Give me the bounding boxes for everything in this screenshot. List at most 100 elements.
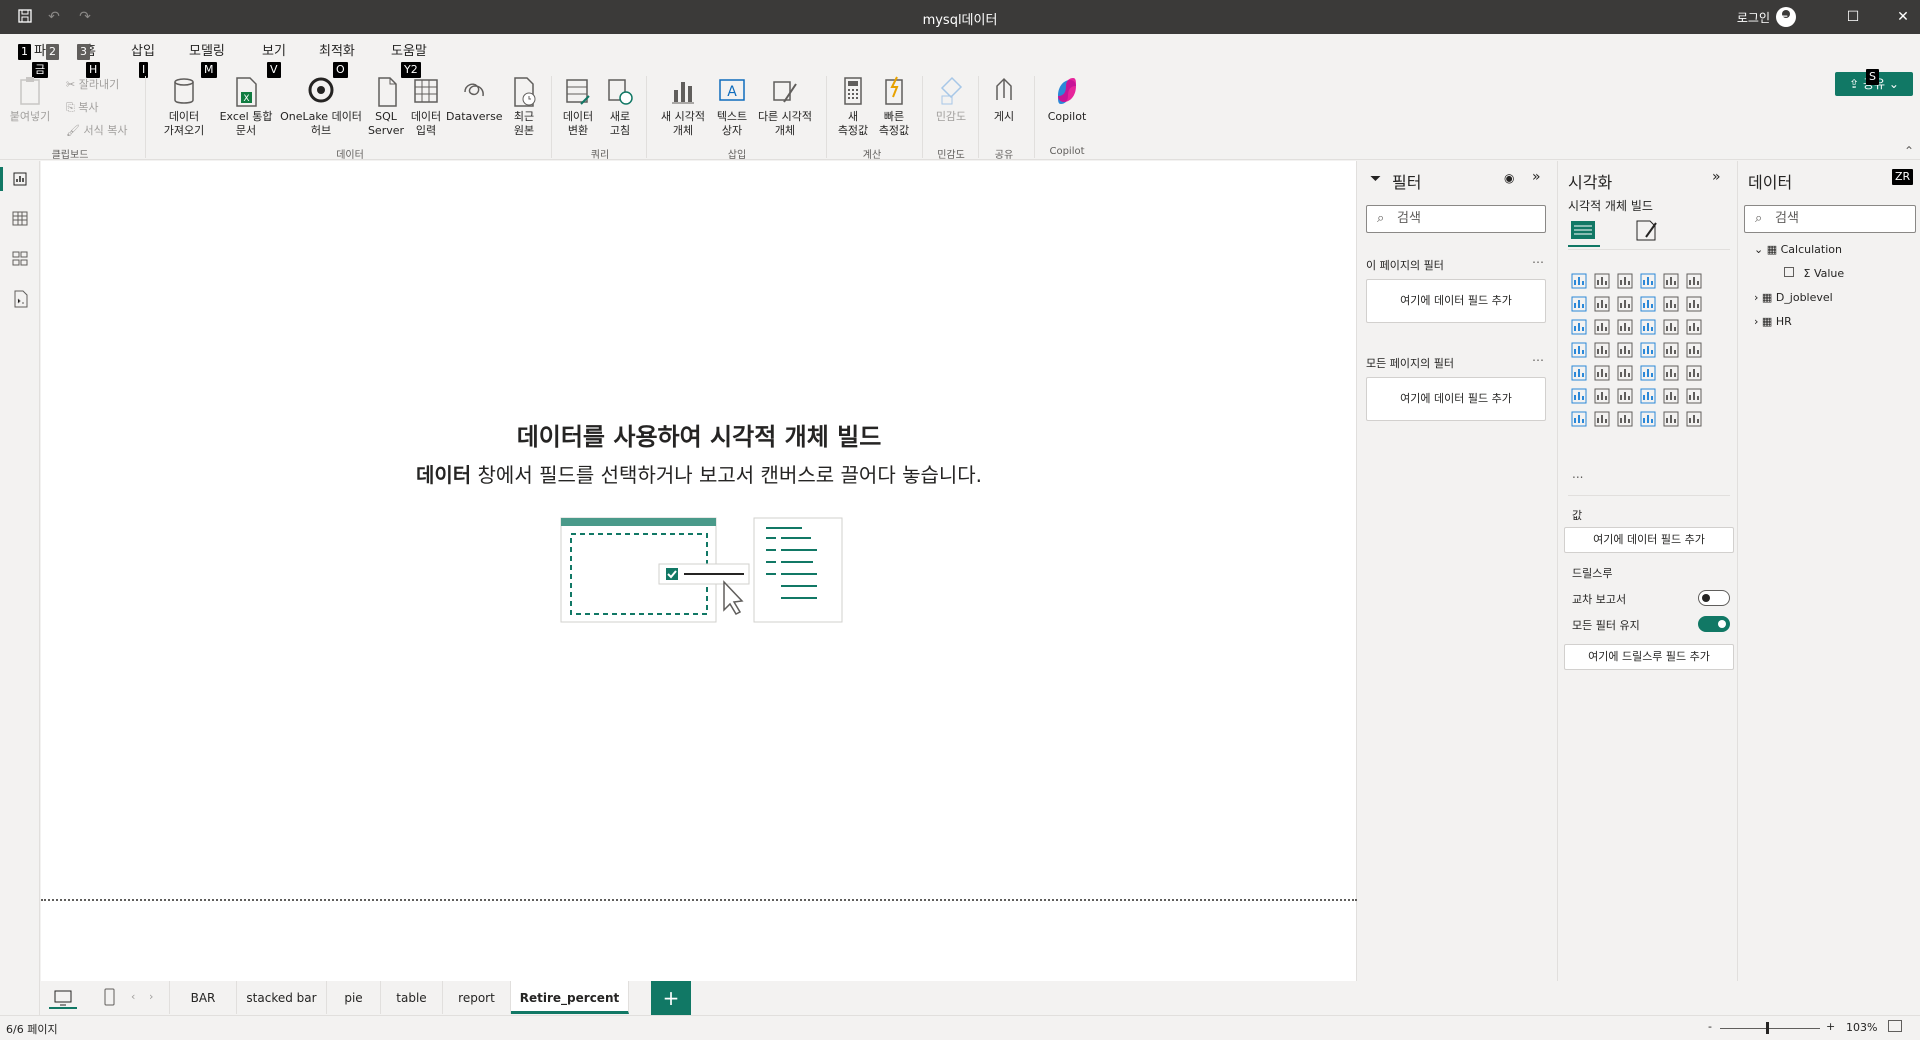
report-view-button[interactable] bbox=[0, 161, 40, 197]
get-data-button[interactable]: 데이터 가져오기 bbox=[154, 74, 214, 138]
add-page-button[interactable]: + bbox=[651, 981, 691, 1015]
line-column-visual-icon[interactable] bbox=[1662, 295, 1686, 319]
more-options-icon[interactable]: ⋯ bbox=[1532, 255, 1544, 269]
card-visual-icon[interactable] bbox=[1685, 341, 1709, 365]
sensitivity-button[interactable]: 민감도 bbox=[930, 74, 972, 124]
cut-button[interactable]: ✂ 잘라내기 bbox=[66, 76, 119, 92]
qa-visual-icon[interactable] bbox=[1639, 387, 1663, 411]
tab-modeling[interactable]: 모델링 bbox=[189, 40, 225, 59]
clustered-column-visual-icon[interactable] bbox=[1639, 272, 1663, 296]
slicer-visual-icon[interactable] bbox=[1616, 364, 1640, 388]
page-tab[interactable]: stacked bar bbox=[237, 981, 327, 1014]
data-search-input[interactable]: ⌕ 검색 bbox=[1744, 205, 1916, 233]
tree-field-value[interactable]: Σ Value bbox=[1784, 267, 1844, 280]
tree-table-calculation[interactable]: ⌄ ▦ Calculation bbox=[1754, 243, 1842, 256]
stacked-area-visual-icon[interactable] bbox=[1616, 295, 1640, 319]
table-visual-icon[interactable] bbox=[1639, 364, 1663, 388]
collapse-viz-icon[interactable]: » bbox=[1712, 169, 1721, 185]
zoom-out-icon[interactable]: - bbox=[1708, 1020, 1712, 1033]
gauge-visual-icon[interactable] bbox=[1662, 341, 1686, 365]
sql-button[interactable]: SQL Server bbox=[366, 74, 406, 138]
new-measure-button[interactable]: 새 측정값 bbox=[834, 74, 872, 138]
publish-button[interactable]: 게시 bbox=[986, 74, 1022, 124]
key-influencers-visual-icon[interactable] bbox=[1593, 387, 1617, 411]
multirow-card-visual-icon[interactable] bbox=[1570, 364, 1594, 388]
more-visuals-button[interactable]: 다른 시각적 개체 bbox=[752, 74, 818, 138]
arrow-visual-icon[interactable] bbox=[1685, 410, 1709, 434]
line-visual-icon[interactable] bbox=[1570, 295, 1594, 319]
100-area-visual-icon[interactable] bbox=[1639, 295, 1663, 319]
maximize-icon[interactable]: ☐ bbox=[1843, 7, 1863, 27]
tab-help[interactable]: 도움말 bbox=[391, 40, 427, 59]
filters-search-input[interactable]: ⌕ 검색 bbox=[1366, 205, 1546, 233]
zoom-slider[interactable] bbox=[1720, 1028, 1820, 1029]
more-visuals-ellipsis[interactable]: ... bbox=[1572, 467, 1583, 481]
build-visual-tab-icon[interactable] bbox=[1568, 217, 1600, 247]
signin-link[interactable]: 로그인 bbox=[1737, 9, 1770, 26]
checkbox[interactable] bbox=[1784, 267, 1794, 277]
trophy-visual-icon[interactable] bbox=[1685, 387, 1709, 411]
map-visual-icon[interactable] bbox=[1593, 341, 1617, 365]
copy-button[interactable]: ⎘ 복사 bbox=[66, 99, 99, 115]
onelake-button[interactable]: OneLake 데이터 허브 bbox=[278, 74, 364, 138]
excel-button[interactable]: X Excel 통합 문서 bbox=[216, 74, 276, 138]
kpi-visual-icon[interactable] bbox=[1593, 364, 1617, 388]
this-page-drop-zone[interactable]: 여기에 데이터 필드 추가 bbox=[1366, 279, 1546, 323]
donut-visual-icon[interactable] bbox=[1685, 318, 1709, 342]
recent-sources-button[interactable]: 최근 원본 bbox=[504, 74, 544, 138]
format-painter-button[interactable]: 🖌 서식 복사 bbox=[66, 122, 127, 138]
textbox-button[interactable]: A 텍스트 상자 bbox=[712, 74, 752, 138]
keep-filters-toggle[interactable] bbox=[1698, 616, 1730, 632]
smart-narrative-visual-icon[interactable] bbox=[1662, 410, 1686, 434]
enter-data-button[interactable]: 데이터 입력 bbox=[406, 74, 446, 138]
azure-map-visual-icon[interactable] bbox=[1639, 341, 1663, 365]
all-pages-drop-zone[interactable]: 여기에 데이터 필드 추가 bbox=[1366, 377, 1546, 421]
eye-icon[interactable]: ◉ bbox=[1504, 171, 1514, 185]
matrix-visual-icon[interactable] bbox=[1662, 364, 1686, 388]
page-tab[interactable]: report bbox=[443, 981, 511, 1014]
ribbon-visual-icon[interactable] bbox=[1570, 318, 1594, 342]
narrative-visual-icon[interactable] bbox=[1662, 387, 1686, 411]
paginated-visual-icon[interactable] bbox=[1570, 410, 1594, 434]
copilot-button[interactable]: Copilot bbox=[1040, 74, 1094, 124]
power-automate-visual-icon[interactable] bbox=[1616, 410, 1640, 434]
stacked-column-visual-icon[interactable] bbox=[1593, 272, 1617, 296]
tab-insert[interactable]: 삽입 bbox=[131, 40, 155, 59]
mobile-layout-icon[interactable] bbox=[99, 987, 119, 1009]
filled-map-visual-icon[interactable] bbox=[1616, 341, 1640, 365]
collapse-ribbon-icon[interactable]: ⌃ bbox=[1904, 144, 1914, 158]
tab-optimize[interactable]: 최적화 bbox=[319, 40, 355, 59]
power-apps-visual-icon[interactable] bbox=[1593, 410, 1617, 434]
refresh-button[interactable]: 새로 고침 bbox=[602, 74, 638, 138]
drillthrough-drop-zone[interactable]: 여기에 드릴스루 필드 추가 bbox=[1564, 644, 1734, 670]
close-icon[interactable]: ✕ bbox=[1893, 7, 1913, 27]
python-visual-visual-icon[interactable] bbox=[1570, 387, 1594, 411]
page-tab[interactable]: BAR bbox=[169, 981, 237, 1014]
cross-report-toggle[interactable] bbox=[1698, 590, 1730, 606]
diamond-visual-icon[interactable] bbox=[1639, 410, 1663, 434]
more-options-icon[interactable]: ⋯ bbox=[1532, 353, 1544, 367]
report-canvas[interactable]: 데이터를 사용하여 시각적 개체 빌드 데이터 창에서 필드를 선택하거나 보고… bbox=[41, 161, 1357, 981]
r-visual-visual-icon[interactable] bbox=[1685, 364, 1709, 388]
treemap-visual-icon[interactable] bbox=[1570, 341, 1594, 365]
minimize-icon[interactable]: ─ bbox=[1773, 7, 1793, 27]
waterfall-visual-icon[interactable] bbox=[1593, 318, 1617, 342]
zoom-slider-thumb[interactable] bbox=[1766, 1022, 1769, 1034]
format-visual-tab-icon[interactable] bbox=[1632, 217, 1664, 247]
collapse-filters-icon[interactable]: » bbox=[1532, 169, 1541, 185]
pie-visual-icon[interactable] bbox=[1662, 318, 1686, 342]
dataverse-button[interactable]: Dataverse bbox=[446, 74, 503, 124]
stacked-bar-visual-icon[interactable] bbox=[1570, 272, 1594, 296]
decomposition-tree-visual-icon[interactable] bbox=[1616, 387, 1640, 411]
area-visual-icon[interactable] bbox=[1593, 295, 1617, 319]
paste-button[interactable]: 붙여넣기 bbox=[8, 74, 52, 124]
table-view-button[interactable] bbox=[0, 201, 40, 237]
scatter-visual-icon[interactable] bbox=[1639, 318, 1663, 342]
fit-to-page-icon[interactable] bbox=[1888, 1020, 1902, 1032]
transform-data-button[interactable]: 데이터 변환 bbox=[558, 74, 598, 138]
desktop-layout-icon[interactable] bbox=[49, 987, 77, 1009]
page-tab-active[interactable]: Retire_percent bbox=[511, 981, 629, 1014]
values-drop-zone[interactable]: 여기에 데이터 필드 추가 bbox=[1564, 527, 1734, 553]
model-view-button[interactable] bbox=[0, 241, 40, 277]
prev-page-icon[interactable]: ‹ bbox=[131, 990, 135, 1003]
